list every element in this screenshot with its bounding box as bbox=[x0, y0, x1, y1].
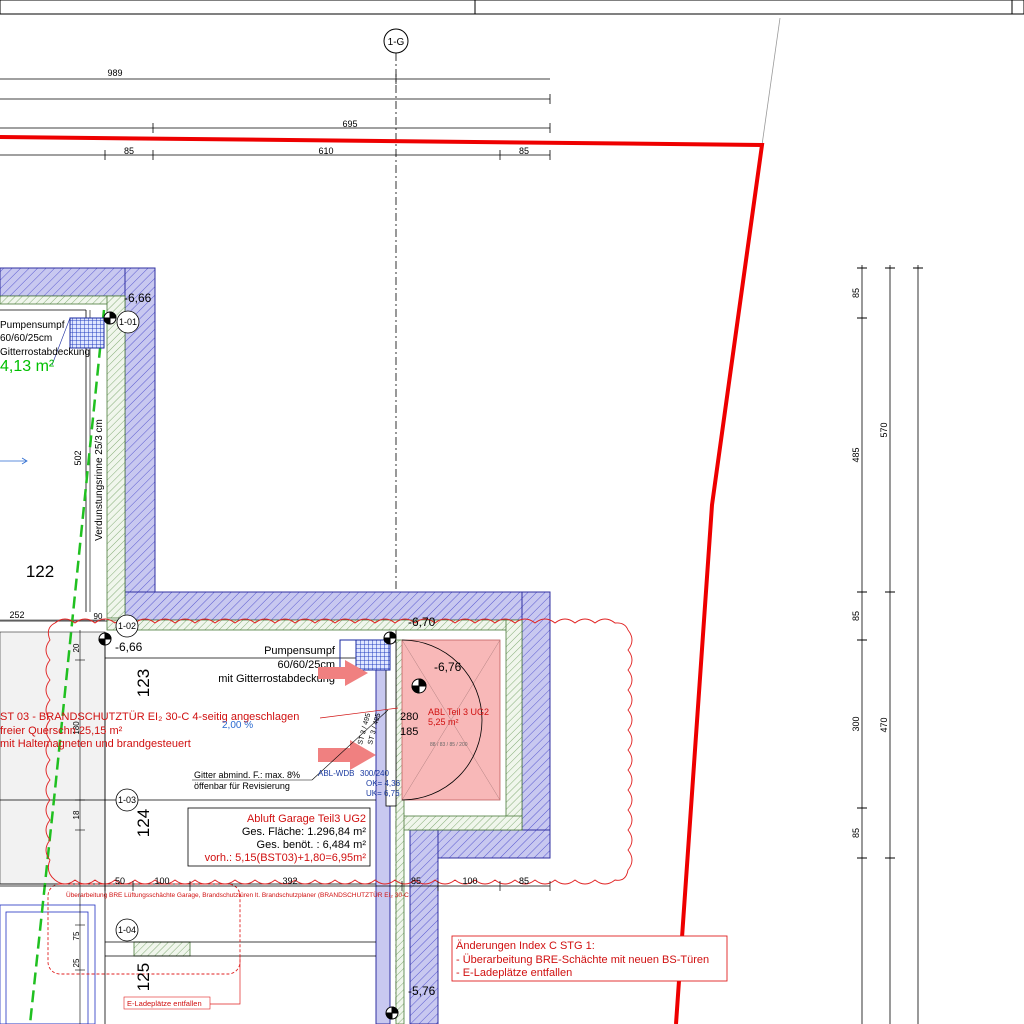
room-123-number: 123 bbox=[134, 669, 153, 697]
exhaust-required: Ges. benöt. : 6,484 m² bbox=[257, 839, 367, 851]
room-122-number: 122 bbox=[26, 562, 54, 581]
dim-20: 20 bbox=[72, 643, 81, 652]
dim-right-85-b: 85 bbox=[851, 611, 861, 621]
small-slope-arrow bbox=[0, 457, 28, 465]
grid-tag-1-04: 1-04 bbox=[118, 925, 136, 935]
fire-door-line3: mit Haltemagneten und brandgesteuert bbox=[0, 738, 191, 750]
shaft-area: 5,25 m² bbox=[428, 717, 459, 727]
level-shaft: -6,76 bbox=[434, 660, 462, 674]
sump-center-title: Pumpensumpf bbox=[264, 645, 336, 657]
grid-tag-1-02: 1-02 bbox=[118, 621, 136, 631]
dim-252: 252 bbox=[9, 610, 24, 620]
sump-center-cover: mit Gitterrostabdeckung bbox=[218, 673, 335, 685]
dim-75: 75 bbox=[72, 931, 81, 940]
fire-door-slope: 2,00 % bbox=[222, 720, 253, 731]
exhaust-area: Ges. Fläche: 1.296,84 m² bbox=[242, 826, 366, 838]
shaft-door-tag: 88 / 83 / 85 / 200 bbox=[430, 742, 468, 748]
dim-right-300: 300 bbox=[851, 716, 861, 731]
exhaust-provided: vorh.: 5,15(BST03)+1,80=6,95m² bbox=[205, 852, 367, 864]
grid-tag-1-03: 1-03 bbox=[118, 795, 136, 805]
dim-bottom-85-b: 85 bbox=[519, 876, 529, 886]
level-shaft-top: -6,70 bbox=[408, 615, 436, 629]
level-room-123: -6,66 bbox=[115, 640, 143, 654]
dim-bottom-50: 50 bbox=[115, 876, 125, 886]
shaft-label: ABL Teil 3 UG2 bbox=[428, 707, 489, 717]
changes-title: Änderungen Index C STG 1: bbox=[456, 940, 595, 952]
dim-bottom-100-b: 100 bbox=[462, 876, 477, 886]
room-124-number: 124 bbox=[134, 809, 153, 837]
dim-right-485: 485 bbox=[851, 447, 861, 462]
dim-695: 695 bbox=[342, 119, 357, 129]
shaft-dim-280: 280 bbox=[400, 711, 418, 723]
exhaust-title: Abluft Garage Teil3 UG2 bbox=[247, 813, 366, 825]
room-125-number: 125 bbox=[134, 963, 153, 991]
dim-85-left: 85 bbox=[124, 146, 134, 156]
sump-left-title: Pumpensumpf bbox=[0, 320, 65, 331]
fire-door-line1: ST 03 - BRANDSCHUTZTÜR EI₂ 30-C 4-seitig… bbox=[0, 711, 299, 723]
changes-line1: - Überarbeitung BRE-Schächte mit neuen B… bbox=[456, 954, 709, 966]
revision-note: Überarbeitung BRE Lüftungsschächte Garag… bbox=[66, 891, 409, 899]
grid-note-line2: öffenbar für Revisierung bbox=[194, 781, 290, 791]
level-bottom: -5,76 bbox=[408, 984, 436, 998]
changes-line2: - E-Ladeplätze entfallen bbox=[456, 967, 572, 979]
room-123-floor bbox=[0, 631, 106, 885]
grid-axis-label: 1-G bbox=[388, 37, 405, 48]
top-dimensions bbox=[0, 74, 551, 160]
dim-989: 989 bbox=[107, 68, 122, 78]
dim-85-right: 85 bbox=[519, 146, 529, 156]
dim-right-570: 570 bbox=[879, 422, 889, 437]
dim-bottom-392: 392 bbox=[282, 876, 297, 886]
dim-right-85-c: 85 bbox=[851, 828, 861, 838]
dim-502: 502 bbox=[73, 450, 83, 465]
level-top-left: -6,66 bbox=[124, 291, 152, 305]
ev-note-leader bbox=[210, 956, 241, 1005]
dim-bottom-85-a: 85 bbox=[411, 876, 421, 886]
shaft-dim-185: 185 bbox=[400, 726, 418, 738]
dim-right-85-a: 85 bbox=[851, 288, 861, 298]
sump-left-area: 4,13 m² bbox=[0, 358, 55, 375]
dim-right-470: 470 bbox=[879, 717, 889, 732]
ev-note: E-Ladeplätze entfallen bbox=[127, 999, 202, 1008]
sump-left-cover: Gitterrostabdeckung bbox=[0, 347, 90, 358]
site-line bbox=[761, 17, 781, 146]
duct-name: ABL-WDB bbox=[318, 769, 354, 778]
dim-18: 18 bbox=[72, 810, 81, 819]
dim-25: 25 bbox=[72, 958, 81, 967]
duct-uk: UK= 6,76 bbox=[366, 789, 400, 798]
dim-610: 610 bbox=[318, 146, 333, 156]
floor-plan: 1-G 989 695 85 610 85 85 485 85 300 85 5… bbox=[0, 0, 1024, 1024]
title-block-frame bbox=[0, 0, 1024, 15]
sump-left-size: 60/60/25cm bbox=[0, 333, 52, 344]
fire-door-line2: freier Querschn 25,15 m² bbox=[0, 725, 123, 737]
grid-note-line1: Gitter abmind. F.: max. 8% bbox=[194, 770, 300, 780]
duct-ok: OK= 4,36 bbox=[366, 779, 401, 788]
gutter-label: Verdunstungsrinne 25/3 cm bbox=[94, 419, 105, 541]
dim-bottom-100-a: 100 bbox=[154, 876, 169, 886]
right-dimensions bbox=[857, 265, 923, 1024]
grid-tag-1-01: 1-01 bbox=[119, 317, 137, 327]
duct-size: 300/240 bbox=[360, 769, 389, 778]
